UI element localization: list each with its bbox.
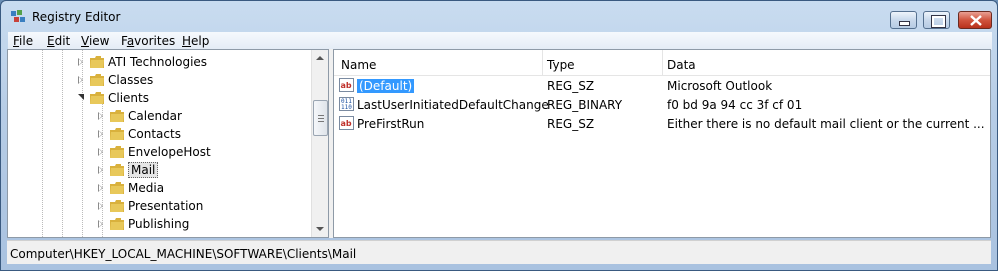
svg-text:ab: ab [341, 81, 352, 90]
expand-arrow-icon[interactable] [78, 76, 83, 84]
scroll-down-arrow-icon[interactable] [316, 227, 324, 231]
value-row[interactable]: ab PreFirstRun REG_SZ Either there is no de… [334, 115, 990, 134]
expand-arrow-icon[interactable] [98, 202, 103, 210]
key-tree[interactable]: ATI Technologies Classes Clients Calendar Co… [7, 49, 329, 238]
tree-item-label: ATI Technologies [108, 55, 208, 69]
binary-value-icon: 011110 [339, 97, 354, 111]
menu-view[interactable]: View [81, 34, 109, 48]
tree-item[interactable]: ATI Technologies [8, 53, 313, 71]
expand-arrow-icon[interactable] [98, 148, 103, 156]
close-icon [970, 15, 982, 26]
value-data: f0 bd 9a 94 cc 3f cf 01 [667, 98, 803, 112]
menu-file[interactable]: File [13, 34, 33, 48]
tree-item-label: EnvelopeHost [128, 145, 211, 159]
close-button[interactable] [958, 11, 992, 29]
string-value-icon: ab [339, 116, 354, 130]
tree-item-label: Presentation [128, 199, 204, 213]
status-bar: Computer\HKEY_LOCAL_MACHINE\SOFTWARE\Cli… [7, 240, 991, 264]
svg-text:ab: ab [341, 119, 352, 128]
folder-icon [110, 218, 124, 230]
scroll-thumb[interactable] [313, 100, 328, 136]
column-header-data[interactable]: Data [663, 50, 990, 76]
tree-item[interactable]: Contacts [8, 125, 313, 143]
folder-icon [110, 182, 124, 194]
value-name: (Default) [357, 79, 415, 93]
tree-item[interactable]: Media [8, 179, 313, 197]
tree-item[interactable]: Presentation [8, 197, 313, 215]
tree-item-label: Calendar [128, 109, 182, 123]
folder-icon [110, 164, 124, 176]
menu-help[interactable]: Help [182, 34, 209, 48]
tree-item[interactable]: Calendar [8, 107, 313, 125]
tree-item[interactable]: Mail [8, 161, 313, 179]
tree-item[interactable]: EnvelopeHost [8, 143, 313, 161]
value-row[interactable]: 011 110 LastUserInitiatedDefaultChange REG_… [334, 96, 990, 115]
tree-item-label: Contacts [128, 127, 181, 141]
registry-editor-icon [11, 10, 25, 22]
folder-icon [110, 110, 124, 122]
values-list[interactable]: Name Type Data ab (Default) REG_SZ Microsof… [333, 49, 991, 238]
minimize-button[interactable] [890, 11, 917, 29]
list-header: Name Type Data [334, 50, 990, 76]
column-header-type[interactable]: Type [543, 50, 663, 76]
tree-item-label: Mail [128, 162, 159, 178]
window-title: Registry Editor [32, 10, 121, 24]
tree-item-label: Clients [108, 91, 149, 105]
value-data: Microsoft Outlook [667, 79, 773, 93]
string-value-icon: ab [339, 78, 354, 92]
value-data: Either there is no default mail client o… [667, 117, 985, 131]
maximize-button[interactable] [923, 11, 950, 29]
collapse-arrow-icon[interactable] [78, 94, 84, 100]
value-name: PreFirstRun [357, 117, 425, 131]
column-header-name[interactable]: Name [334, 50, 543, 76]
value-name: LastUserInitiatedDefaultChange [357, 98, 549, 112]
folder-icon [90, 92, 104, 104]
tree-item-label: Media [128, 181, 165, 195]
expand-arrow-icon[interactable] [98, 130, 103, 138]
key-path: Computer\HKEY_LOCAL_MACHINE\SOFTWARE\Cli… [10, 247, 357, 261]
tree-item-label: Classes [108, 73, 154, 87]
svg-text:110: 110 [341, 104, 352, 111]
folder-icon [90, 74, 104, 86]
expand-arrow-icon[interactable] [98, 166, 103, 174]
folder-icon [110, 128, 124, 140]
tree-item-label: Publishing [128, 217, 190, 231]
tree-item[interactable]: Clients [8, 89, 313, 107]
folder-icon [110, 200, 124, 212]
tree-item[interactable]: Classes [8, 71, 313, 89]
expand-arrow-icon[interactable] [98, 184, 103, 192]
folder-icon [110, 146, 124, 158]
menu-favorites[interactable]: Favorites [121, 34, 175, 48]
expand-arrow-icon[interactable] [98, 220, 103, 228]
value-row[interactable]: ab (Default) REG_SZ Microsoft Outlook [334, 77, 990, 96]
grip-icon [318, 121, 324, 122]
grip-icon [318, 115, 324, 116]
folder-icon [90, 56, 104, 68]
value-type: REG_BINARY [547, 98, 623, 112]
value-type: REG_SZ [547, 79, 595, 93]
expand-arrow-icon[interactable] [98, 112, 103, 120]
tree-scrollbar[interactable] [311, 50, 328, 237]
menu-bar: File Edit View Favorites Help [8, 32, 992, 50]
value-type: REG_SZ [547, 117, 595, 131]
tree-item[interactable]: Publishing [8, 215, 313, 233]
menu-edit[interactable]: Edit [47, 34, 70, 48]
expand-arrow-icon[interactable] [78, 58, 83, 66]
scroll-up-arrow-icon[interactable] [316, 56, 324, 60]
title-bar[interactable]: Registry Editor [1, 1, 997, 31]
grip-icon [318, 118, 324, 119]
